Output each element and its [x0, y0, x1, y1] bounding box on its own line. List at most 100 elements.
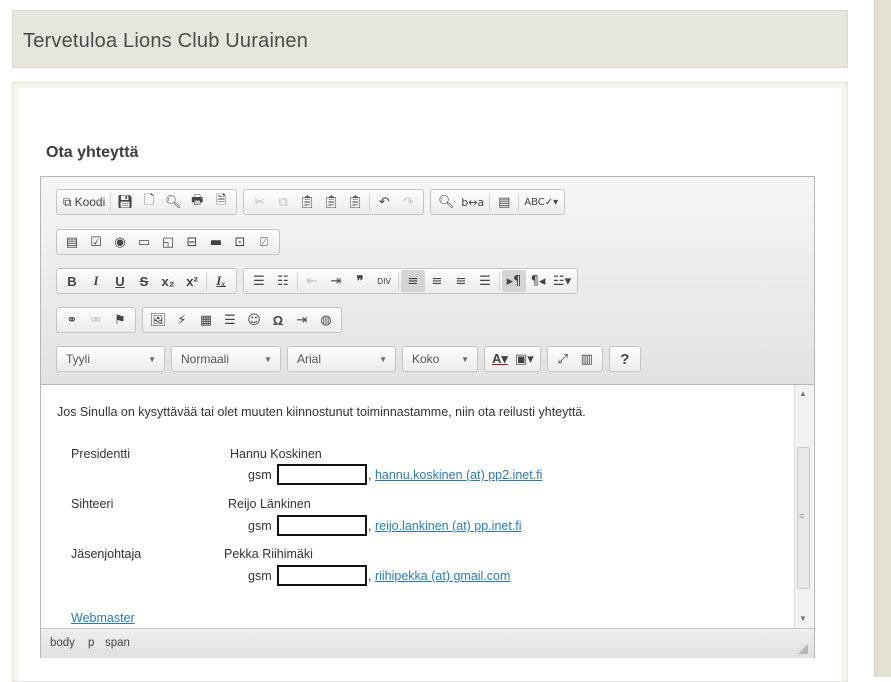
- align-right-button[interactable]: ≡: [449, 270, 473, 292]
- align-left-button[interactable]: ≡: [401, 270, 425, 292]
- ltr-button[interactable]: ▸¶: [502, 270, 526, 292]
- path-item-p[interactable]: p: [88, 637, 94, 649]
- indent-button[interactable]: ⇥: [324, 270, 348, 292]
- checkbox-button[interactable]: ☑: [84, 231, 108, 253]
- radio-button[interactable]: ◉: [108, 231, 132, 253]
- hidden-field-button[interactable]: ⍁: [252, 231, 276, 253]
- strike-button[interactable]: S: [132, 270, 156, 292]
- radio-icon: ◉: [114, 234, 126, 250]
- style-select[interactable]: Tyyli ▼: [56, 346, 165, 372]
- italic-button[interactable]: I: [84, 270, 108, 292]
- create-div-button[interactable]: DIV: [372, 270, 396, 292]
- outdent-button[interactable]: ⇤: [300, 270, 324, 292]
- intro-text: Jos Sinulla on kysyttävää tai olet muute…: [57, 405, 586, 419]
- bold-button[interactable]: B: [60, 270, 84, 292]
- templates-button[interactable]: 🗎︎: [209, 191, 233, 213]
- form-button[interactable]: ▤: [60, 231, 84, 253]
- format-select[interactable]: Normaali ▼: [171, 346, 281, 372]
- subscript-button[interactable]: x₂: [156, 270, 180, 292]
- paste-text-button[interactable]: 📋︎: [319, 191, 343, 213]
- undo-button[interactable]: ↶: [372, 191, 396, 213]
- paste-word-button[interactable]: 📋︎: [343, 191, 367, 213]
- smiley-button[interactable]: ☺: [242, 309, 266, 331]
- cut-button[interactable]: ✂: [247, 191, 271, 213]
- webmaster-link[interactable]: Webmaster: [71, 611, 135, 625]
- textfield-icon: ▭: [137, 234, 151, 250]
- select-field-button[interactable]: ⊟: [180, 231, 204, 253]
- page-break-button[interactable]: ⇥: [290, 309, 314, 331]
- save-button[interactable]: 💾︎: [113, 191, 137, 213]
- superscript-button[interactable]: x²: [180, 270, 204, 292]
- text-color-button[interactable]: A▾: [488, 348, 512, 370]
- justify-icon: ☰: [479, 273, 491, 289]
- preview-button[interactable]: 🔍︎: [161, 191, 185, 213]
- select-all-button[interactable]: ▤: [492, 191, 516, 213]
- scroll-up-icon[interactable]: ▲: [799, 389, 807, 398]
- remove-format-button[interactable]: Iₓ: [209, 270, 233, 292]
- horizontal-rule-button[interactable]: ☰: [218, 309, 242, 331]
- paste-button[interactable]: 📋︎: [295, 191, 319, 213]
- path-item-body[interactable]: body: [50, 637, 75, 649]
- image-button[interactable]: 🖼︎: [146, 309, 170, 331]
- form-button-button[interactable]: ▬: [204, 231, 228, 253]
- anchor-button[interactable]: ⚑: [108, 309, 132, 331]
- copy-button[interactable]: ⧉: [271, 191, 295, 213]
- button-icon: ▬: [209, 234, 223, 250]
- new-page-button[interactable]: 🗋︎: [137, 191, 161, 213]
- page-break-icon: ⇥: [296, 312, 308, 328]
- bulleted-list-button[interactable]: ☷: [271, 270, 295, 292]
- undo-icon: ↶: [378, 194, 390, 210]
- textarea-button[interactable]: ◱: [156, 231, 180, 253]
- textfield-button[interactable]: ▭: [132, 231, 156, 253]
- size-select[interactable]: Koko ▼: [402, 346, 478, 372]
- special-char-button[interactable]: Ω: [266, 309, 290, 331]
- maximize-button[interactable]: ⤢: [551, 348, 575, 370]
- underline-button[interactable]: U: [108, 270, 132, 292]
- help-button[interactable]: ?: [613, 348, 637, 370]
- email-link[interactable]: reijo.lankinen (at) pp.inet.fi: [375, 519, 522, 533]
- align-center-icon: ≡: [431, 273, 443, 289]
- paste-word-icon: 📋︎: [347, 194, 364, 210]
- table-icon: ▦: [199, 312, 213, 328]
- page-right-edge: [874, 0, 891, 677]
- replace-button[interactable]: b↔a: [458, 191, 487, 213]
- scroll-down-icon[interactable]: ▼: [799, 614, 807, 623]
- table-button[interactable]: ▦: [194, 309, 218, 331]
- image-button-button[interactable]: ⊡: [228, 231, 252, 253]
- link-button[interactable]: ⚭: [60, 309, 84, 331]
- iframe-button[interactable]: ◍: [314, 309, 338, 331]
- font-select[interactable]: Arial ▼: [287, 346, 396, 372]
- links-group: ⚭ ⚮ ⚑: [56, 307, 136, 333]
- unlink-button[interactable]: ⚮: [84, 309, 108, 331]
- rtl-button[interactable]: ¶◂: [526, 270, 550, 292]
- find-icon: 🔍︎: [438, 194, 455, 210]
- bg-color-button[interactable]: ▣▾: [512, 348, 537, 370]
- align-right-icon: ≡: [455, 273, 467, 289]
- print-button[interactable]: 🖶︎: [185, 191, 209, 213]
- spellcheck-button[interactable]: ABC✓▾: [521, 191, 561, 213]
- rich-text-editor: ⧉ Koodi 💾︎ 🗋︎ 🔍︎ 🖶︎ 🗎︎ ✂ ⧉ 📋︎ 📋︎ 📋︎ ↶ ↷: [40, 176, 815, 658]
- editor-scrollbar[interactable]: ▲ ≡ ▼: [794, 385, 813, 628]
- blockquote-button[interactable]: ❞: [348, 270, 372, 292]
- style-select-value: Tyyli: [66, 352, 90, 366]
- outdent-icon: ⇤: [306, 273, 318, 289]
- redo-button[interactable]: ↷: [396, 191, 420, 213]
- print-icon: 🖶︎: [191, 193, 204, 208]
- smiley-icon: ☺: [247, 312, 261, 328]
- source-button[interactable]: ⧉ Koodi: [60, 191, 108, 213]
- numbered-list-button[interactable]: ☰: [247, 270, 271, 292]
- editor-content[interactable]: Jos Sinulla on kysyttävää tai olet muute…: [41, 385, 814, 628]
- show-blocks-button[interactable]: ▥: [575, 348, 599, 370]
- flash-button[interactable]: ⚡: [170, 309, 194, 331]
- contact-role: Presidentti: [71, 447, 131, 461]
- path-item-span[interactable]: span: [105, 637, 130, 649]
- justify-button[interactable]: ☰: [473, 270, 497, 292]
- underline-icon: U: [115, 273, 125, 289]
- find-button[interactable]: 🔍︎: [434, 191, 458, 213]
- align-center-button[interactable]: ≡: [425, 270, 449, 292]
- email-link[interactable]: riihipekka (at) gmail.com: [375, 569, 510, 583]
- language-button[interactable]: ☳▾: [550, 270, 574, 292]
- email-link[interactable]: hannu.koskinen (at) pp2.inet.fi: [375, 468, 542, 482]
- contact-name: Hannu Koskinen: [230, 447, 322, 461]
- resize-handle-icon[interactable]: [798, 644, 808, 654]
